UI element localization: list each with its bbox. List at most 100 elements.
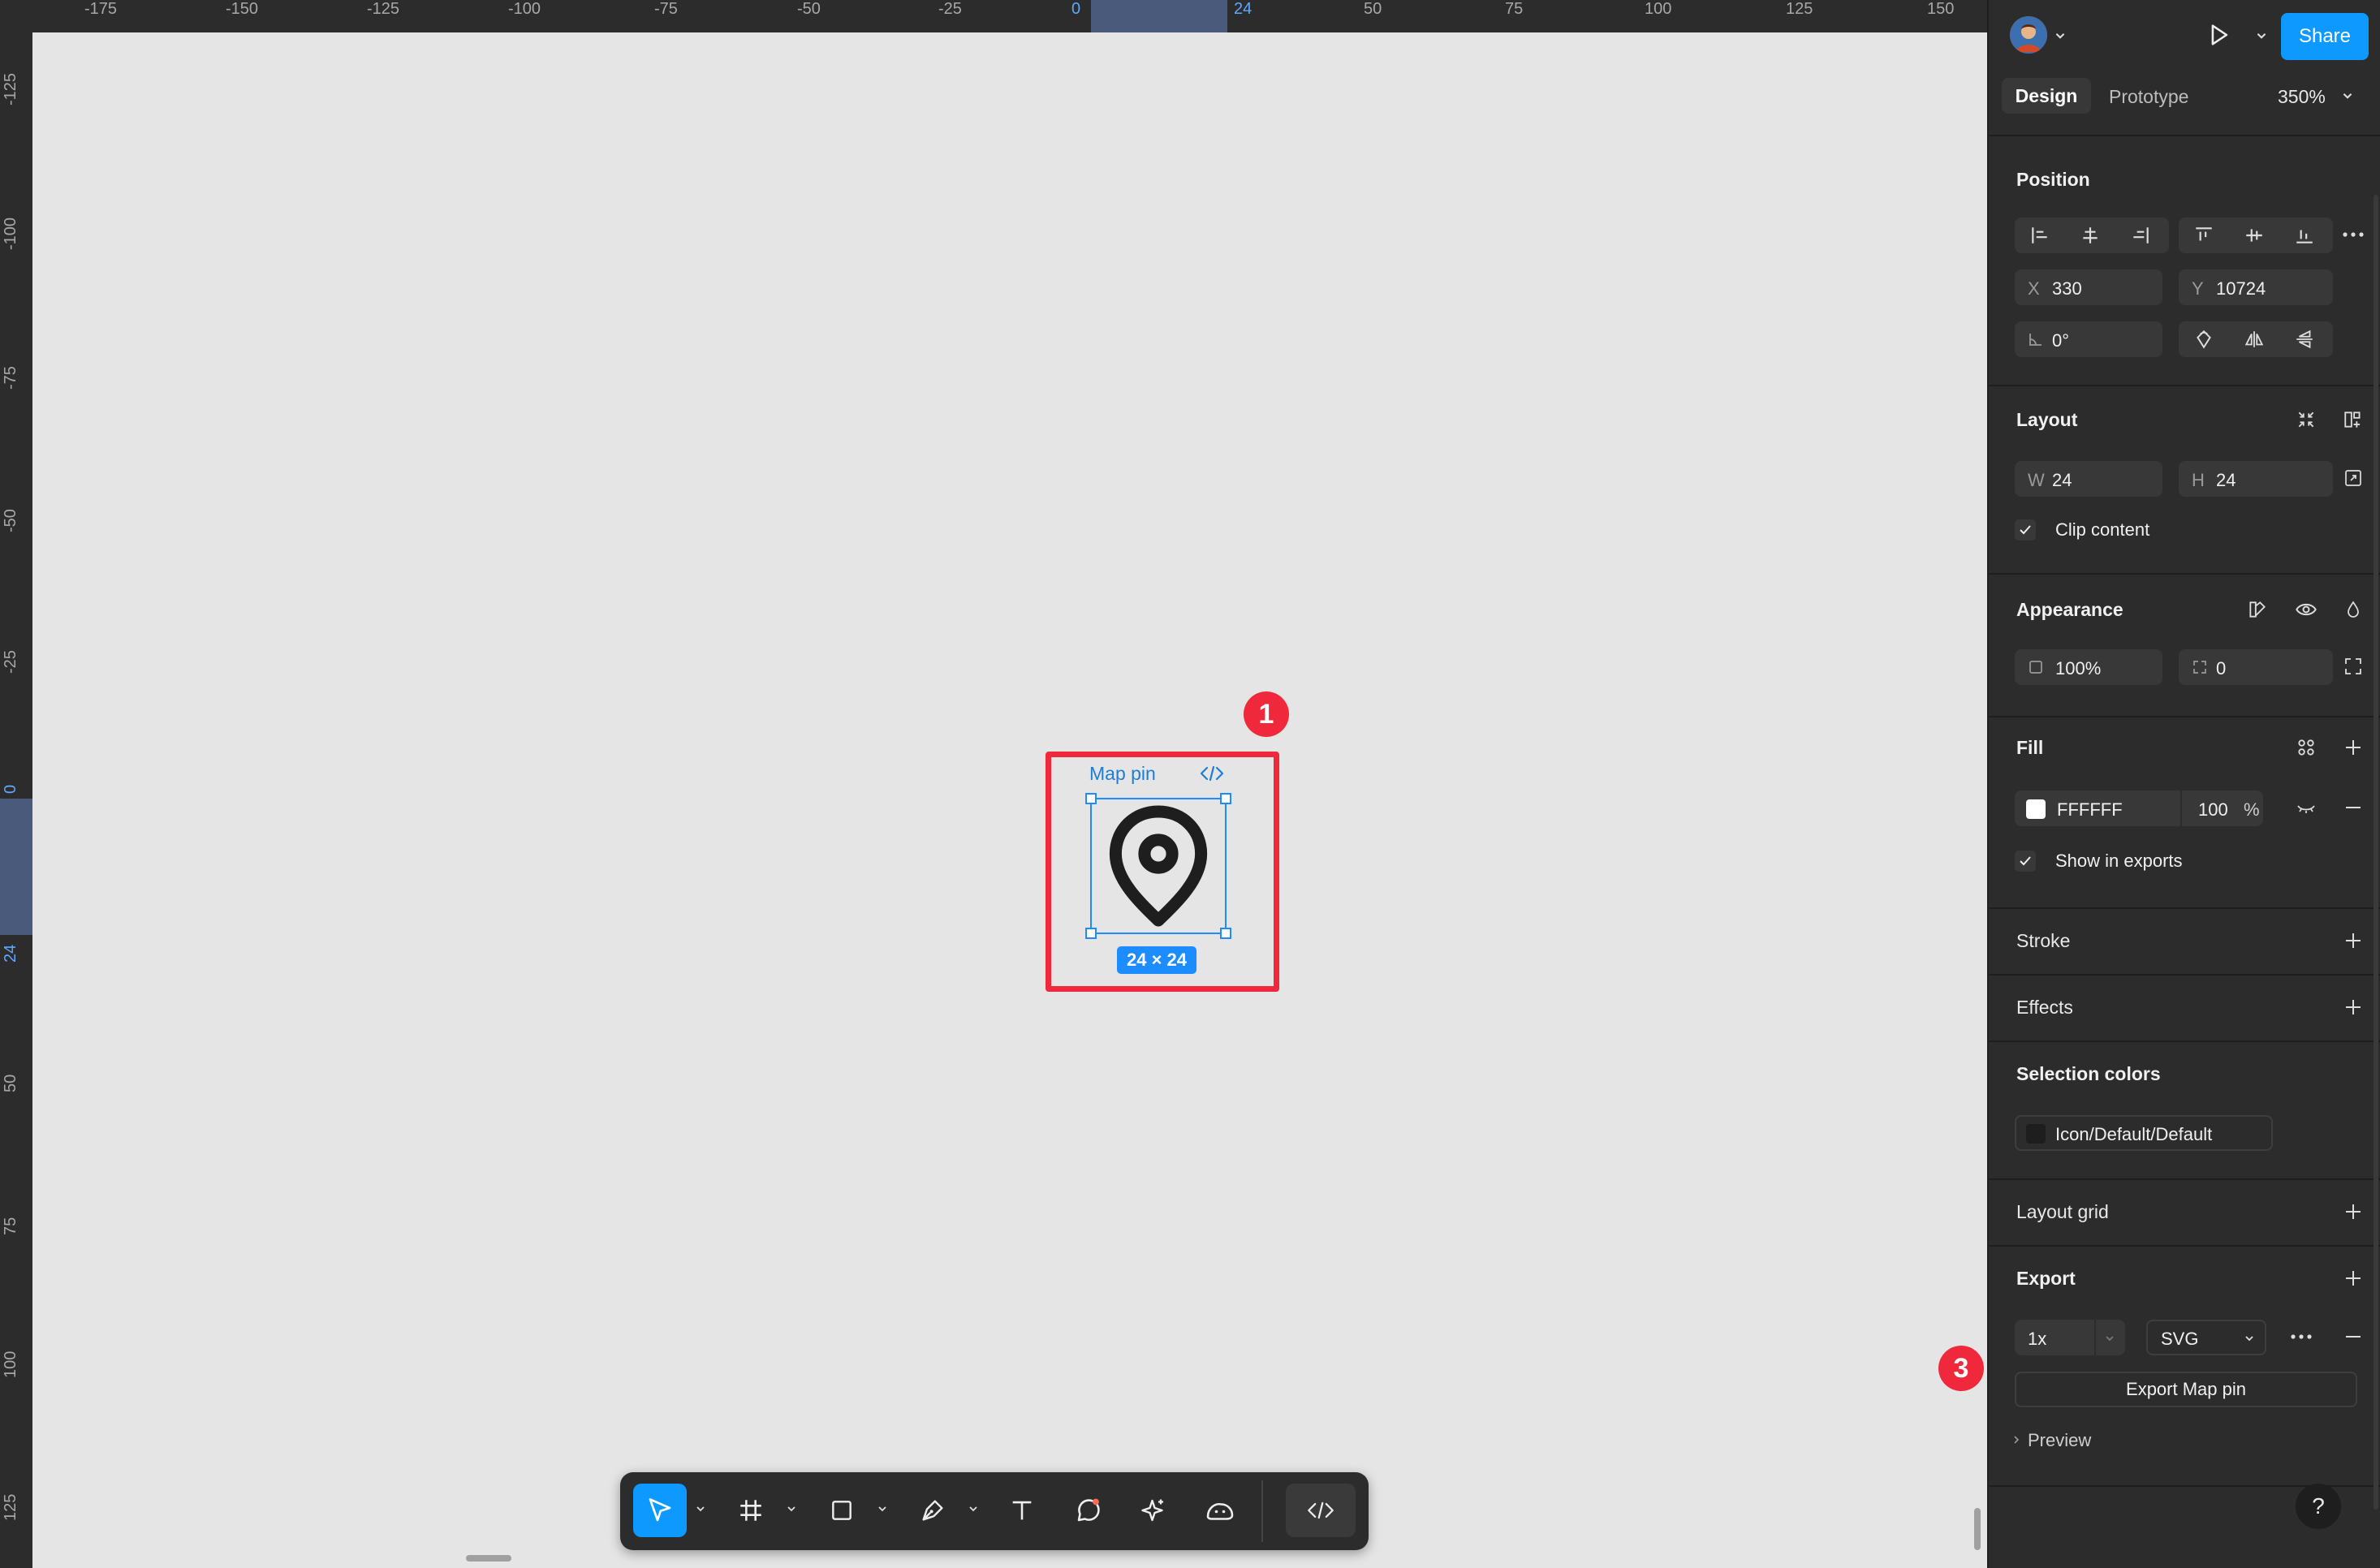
export-format-select[interactable]: SVG: [2146, 1320, 2266, 1355]
move-tool-button[interactable]: [633, 1484, 687, 1537]
vertical-scrollbar[interactable]: [1974, 1508, 1981, 1550]
chevron-down-icon[interactable]: [695, 1503, 706, 1514]
tab-design[interactable]: Design: [2002, 78, 2091, 114]
blend-mode-button[interactable]: [2339, 596, 2367, 623]
constrain-proportions-button[interactable]: [2339, 464, 2367, 492]
chevron-down-icon[interactable]: [2255, 29, 2268, 42]
add-export-button[interactable]: [2339, 1264, 2367, 1292]
ruler-tick: 50: [1364, 0, 1382, 18]
export-settings-button[interactable]: [2287, 1323, 2315, 1350]
frame-tool-button[interactable]: [724, 1484, 778, 1537]
ruler-tick: -100: [2, 217, 19, 250]
add-effect-button[interactable]: [2339, 993, 2367, 1021]
eye-closed-icon: [2297, 805, 2315, 813]
flip-horizontal-button[interactable]: [2229, 321, 2279, 357]
align-left-icon: [2032, 227, 2047, 243]
rectangle-icon: [832, 1501, 852, 1520]
align-bottom-button[interactable]: [2279, 218, 2330, 253]
align-right-icon: [2133, 227, 2149, 243]
chevron-down-icon[interactable]: [877, 1503, 888, 1514]
ruler-tick: -150: [226, 0, 259, 18]
fill-styles-button[interactable]: [2292, 734, 2320, 761]
shape-tool-button[interactable]: [815, 1484, 869, 1537]
pen-tool-button[interactable]: [906, 1484, 959, 1537]
resize-corner-icon: [2345, 470, 2361, 486]
visibility-button[interactable]: [2292, 596, 2320, 623]
fill-color-input[interactable]: FFFFFF 100 %: [2015, 790, 2263, 826]
horizontal-scrollbar[interactable]: [466, 1555, 511, 1562]
bottom-toolbar: [620, 1472, 1369, 1550]
w-label: W: [2028, 470, 2045, 490]
divider: [1989, 1178, 2380, 1180]
independent-corners-button[interactable]: [2339, 653, 2367, 680]
shrink-layout-button[interactable]: [2292, 406, 2320, 433]
h-label: H: [2192, 470, 2205, 490]
add-fill-button[interactable]: [2339, 734, 2367, 761]
angle-icon: [2029, 334, 2042, 346]
height-input[interactable]: H 24: [2179, 461, 2333, 497]
align-top-button[interactable]: [2179, 218, 2229, 253]
width-input[interactable]: W 24: [2015, 461, 2162, 497]
comment-tool-button[interactable]: [1062, 1484, 1115, 1537]
corner-radius-input[interactable]: 0: [2179, 649, 2333, 685]
annotation-number-1: 1: [1244, 691, 1289, 737]
fill-color-swatch[interactable]: [2026, 799, 2046, 819]
align-right-button[interactable]: [2115, 218, 2166, 253]
variable-mode-button[interactable]: [2244, 596, 2271, 623]
rotation-input[interactable]: 0°: [2015, 321, 2162, 357]
opacity-value: 100%: [2055, 658, 2102, 678]
clip-content-checkbox[interactable]: [2015, 519, 2036, 541]
avatar[interactable]: [2010, 16, 2047, 54]
ruler-tick: 0: [1071, 0, 1081, 18]
align-top-icon: [2196, 227, 2212, 241]
chevron-down-icon[interactable]: [2054, 29, 2067, 42]
export-scale-select[interactable]: 1x: [2015, 1320, 2125, 1355]
preview-toggle[interactable]: Preview: [2028, 1430, 2091, 1451]
canvas[interactable]: [32, 32, 1987, 1568]
rotate-button[interactable]: [2179, 321, 2229, 357]
align-middle-button[interactable]: [2229, 218, 2279, 253]
pen-nib-icon: [922, 1500, 943, 1521]
x-position-input[interactable]: X 330: [2015, 269, 2162, 305]
selection-color-swatch[interactable]: [2026, 1124, 2046, 1144]
ruler-tick: -50: [2, 509, 19, 532]
help-button[interactable]: ?: [2296, 1484, 2341, 1529]
auto-layout-button[interactable]: [2339, 406, 2367, 433]
present-button[interactable]: [2205, 21, 2232, 49]
more-align-button[interactable]: [2339, 221, 2367, 248]
align-left-button[interactable]: [2015, 218, 2065, 253]
share-button[interactable]: Share: [2281, 13, 2369, 60]
flip-vertical-button[interactable]: [2279, 321, 2330, 357]
chevron-right-icon[interactable]: [2011, 1435, 2021, 1445]
show-in-exports-checkbox[interactable]: [2015, 851, 2036, 872]
corners-icon: [2345, 658, 2361, 674]
panel-scrollbar[interactable]: [2374, 195, 2378, 1510]
y-position-input[interactable]: Y 10724: [2179, 269, 2333, 305]
dev-mode-toggle[interactable]: [1286, 1484, 1356, 1537]
chevron-down-icon[interactable]: [968, 1503, 979, 1514]
ai-tool-button[interactable]: [1127, 1484, 1180, 1537]
divider: [1989, 573, 2380, 575]
add-layout-grid-button[interactable]: [2339, 1198, 2367, 1226]
chevron-down-icon[interactable]: [2341, 89, 2354, 102]
selection-color-item[interactable]: Icon/Default/Default: [2015, 1115, 2273, 1151]
align-center-h-button[interactable]: [2065, 218, 2115, 253]
ruler-tick: -100: [508, 0, 541, 18]
chevron-down-icon[interactable]: [786, 1503, 797, 1514]
fill-visibility-button[interactable]: [2292, 794, 2320, 821]
export-button[interactable]: Export Map pin: [2015, 1372, 2357, 1407]
zoom-level[interactable]: 350%: [2278, 86, 2326, 108]
stroke-section-title: Stroke: [2016, 930, 2071, 951]
ruler-tick: 125: [2, 1493, 19, 1521]
remove-fill-button[interactable]: [2339, 794, 2367, 821]
plus-icon: [2346, 1000, 2361, 1014]
add-stroke-button[interactable]: [2339, 927, 2367, 954]
comment-bubble-icon: [1077, 1498, 1100, 1522]
remove-export-button[interactable]: [2339, 1323, 2367, 1350]
opacity-input[interactable]: 100%: [2015, 649, 2162, 685]
actions-tool-button[interactable]: [1193, 1484, 1247, 1537]
text-tool-button[interactable]: [995, 1484, 1049, 1537]
tab-prototype[interactable]: Prototype: [2109, 86, 2188, 108]
ruler-selection-highlight: [0, 799, 32, 935]
collapse-arrows-icon: [2298, 411, 2314, 428]
